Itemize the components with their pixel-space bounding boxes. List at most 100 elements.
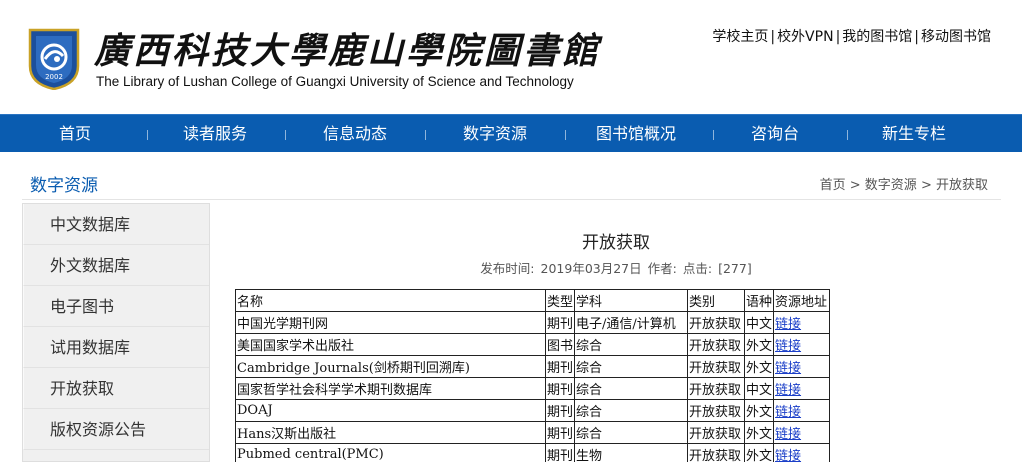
table-row: Cambridge Journals(剑桥期刊回溯库) 期刊 综合 开放获取 外…: [235, 355, 831, 378]
breadcrumb-separator: >: [920, 178, 932, 193]
cell-name: 中国光学期刊网: [235, 311, 546, 334]
cell-name: DOAJ: [235, 399, 546, 422]
table-row: 美国国家学术出版社 图书 综合 开放获取 外文 链接: [235, 333, 831, 356]
top-link-separator: |: [835, 29, 841, 45]
cell-subject: 综合: [574, 333, 689, 356]
resource-link[interactable]: 链接: [775, 427, 801, 442]
table-row: 国家哲学社会科学学术期刊数据库 期刊 综合 开放获取 中文 链接: [235, 377, 831, 400]
cell-subject: 综合: [574, 399, 689, 422]
cell-url: 链接: [773, 421, 831, 444]
resource-link[interactable]: 链接: [775, 317, 801, 332]
nav-divider: [565, 130, 566, 140]
article-title: 开放获取: [582, 233, 650, 253]
breadcrumb: 首页 > 数字资源 > 开放获取: [820, 174, 988, 193]
cell-language: 外文: [744, 443, 775, 462]
cell-language: 外文: [744, 355, 775, 378]
nav-item-library-overview[interactable]: 图书馆概况: [582, 115, 690, 153]
cell-name: Hans汉斯出版社: [235, 421, 546, 444]
top-link-mobile-library[interactable]: 移动图书馆: [921, 29, 991, 45]
breadcrumb-digital-resources[interactable]: 数字资源: [865, 178, 917, 193]
cell-url: 链接: [773, 443, 831, 462]
cell-type: 期刊: [544, 311, 576, 334]
top-link-separator: |: [770, 29, 776, 45]
cell-type: 期刊: [544, 421, 576, 444]
section-title: 数字资源: [30, 176, 98, 196]
nav-item-news[interactable]: 信息动态: [310, 115, 400, 153]
column-header-subject: 学科: [574, 289, 689, 312]
nav-item-digital-resources[interactable]: 数字资源: [450, 115, 540, 153]
cell-name: 国家哲学社会科学学术期刊数据库: [235, 377, 546, 400]
article-meta: 发布时间: 2019年03月27日 作者: 点击: [277]: [216, 258, 1016, 277]
resource-table: 名称 类型 学科 类别 语种 资源地址 中国光学期刊网 期刊 电子/通信/计算机…: [235, 289, 831, 462]
cell-url: 链接: [773, 355, 831, 378]
nav-divider: [147, 130, 148, 140]
sidebar-item-foreign-databases[interactable]: 外文数据库: [23, 245, 209, 286]
college-emblem-icon[interactable]: 2002: [26, 26, 82, 90]
nav-divider: [425, 130, 426, 140]
breadcrumb-home[interactable]: 首页: [820, 178, 846, 193]
cell-category: 开放获取: [687, 377, 746, 400]
breadcrumb-open-access[interactable]: 开放获取: [936, 178, 988, 193]
cell-category: 开放获取: [687, 399, 746, 422]
cell-name: Cambridge Journals(剑桥期刊回溯库): [235, 355, 546, 378]
clicks-count: [277]: [718, 261, 752, 276]
resource-link[interactable]: 链接: [775, 449, 801, 462]
nav-item-home[interactable]: 首页: [40, 115, 110, 153]
nav-item-freshmen[interactable]: 新生专栏: [868, 115, 960, 153]
sidebar-item-open-access[interactable]: 开放获取: [23, 368, 209, 409]
top-link-my-library[interactable]: 我的图书馆: [842, 29, 912, 45]
column-header-url: 资源地址: [773, 289, 831, 312]
nav-divider: [713, 130, 714, 140]
top-links: 学校主页 | 校外VPN | 我的图书馆 | 移动图书馆: [712, 26, 991, 46]
cell-type: 期刊: [544, 355, 576, 378]
nav-divider: [847, 130, 848, 140]
cell-language: 外文: [744, 421, 775, 444]
site-header: 2002 廣西科技大學鹿山學院圖書館 The Library of Lushan…: [0, 0, 1022, 114]
cell-url: 链接: [773, 311, 831, 334]
cell-language: 外文: [744, 399, 775, 422]
top-link-separator: |: [914, 29, 919, 45]
resource-link[interactable]: 链接: [775, 361, 801, 376]
cell-category: 开放获取: [687, 355, 746, 378]
cell-category: 开放获取: [687, 421, 746, 444]
nav-divider: [285, 130, 286, 140]
resource-link[interactable]: 链接: [775, 383, 801, 398]
cell-category: 开放获取: [687, 443, 746, 462]
nav-item-reader-services[interactable]: 读者服务: [172, 115, 258, 153]
column-header-category: 类别: [687, 289, 746, 312]
cell-type: 期刊: [544, 443, 576, 462]
table-row: DOAJ 期刊 综合 开放获取 外文 链接: [235, 399, 831, 422]
top-link-school-home[interactable]: 学校主页: [712, 29, 768, 45]
emblem-year: 2002: [45, 73, 63, 81]
sidebar-item-trial-databases[interactable]: 试用数据库: [23, 327, 209, 368]
table-row: Pubmed central(PMC) 期刊 生物 开放获取 外文 链接: [235, 443, 831, 462]
cell-subject: 电子/通信/计算机: [574, 311, 689, 334]
cell-subject: 生物: [574, 443, 689, 462]
sidebar-item-copyright-notice[interactable]: 版权资源公告: [23, 409, 209, 450]
resource-link[interactable]: 链接: [775, 339, 801, 354]
resource-link[interactable]: 链接: [775, 405, 801, 420]
cell-name: 美国国家学术出版社: [235, 333, 546, 356]
library-subtitle: The Library of Lushan College of Guangxi…: [96, 74, 574, 89]
cell-category: 开放获取: [687, 333, 746, 356]
sidebar-item-chinese-databases[interactable]: 中文数据库: [23, 204, 209, 245]
cell-subject: 综合: [574, 355, 689, 378]
table-row: 中国光学期刊网 期刊 电子/通信/计算机 开放获取 中文 链接: [235, 311, 831, 334]
sidebar: 中文数据库 外文数据库 电子图书 试用数据库 开放获取 版权资源公告: [22, 203, 210, 462]
sidebar-item-ebooks[interactable]: 电子图书: [23, 286, 209, 327]
author-label: 作者:: [647, 261, 677, 276]
cell-url: 链接: [773, 333, 831, 356]
library-title[interactable]: 廣西科技大學鹿山學院圖書館: [94, 22, 601, 74]
main-nav: 首页 读者服务 信息动态 数字资源 图书馆概况 咨询台 新生专栏: [0, 114, 1022, 152]
nav-item-consultation[interactable]: 咨询台: [735, 115, 815, 153]
cell-language: 外文: [744, 333, 775, 356]
column-header-language: 语种: [744, 289, 775, 312]
cell-type: 图书: [544, 333, 576, 356]
top-link-vpn[interactable]: 校外VPN: [777, 29, 834, 45]
published-date: 2019年03月27日: [540, 261, 642, 276]
cell-subject: 综合: [574, 421, 689, 444]
cell-language: 中文: [744, 311, 775, 334]
cell-language: 中文: [744, 377, 775, 400]
cell-type: 期刊: [544, 399, 576, 422]
column-header-name: 名称: [235, 289, 546, 312]
